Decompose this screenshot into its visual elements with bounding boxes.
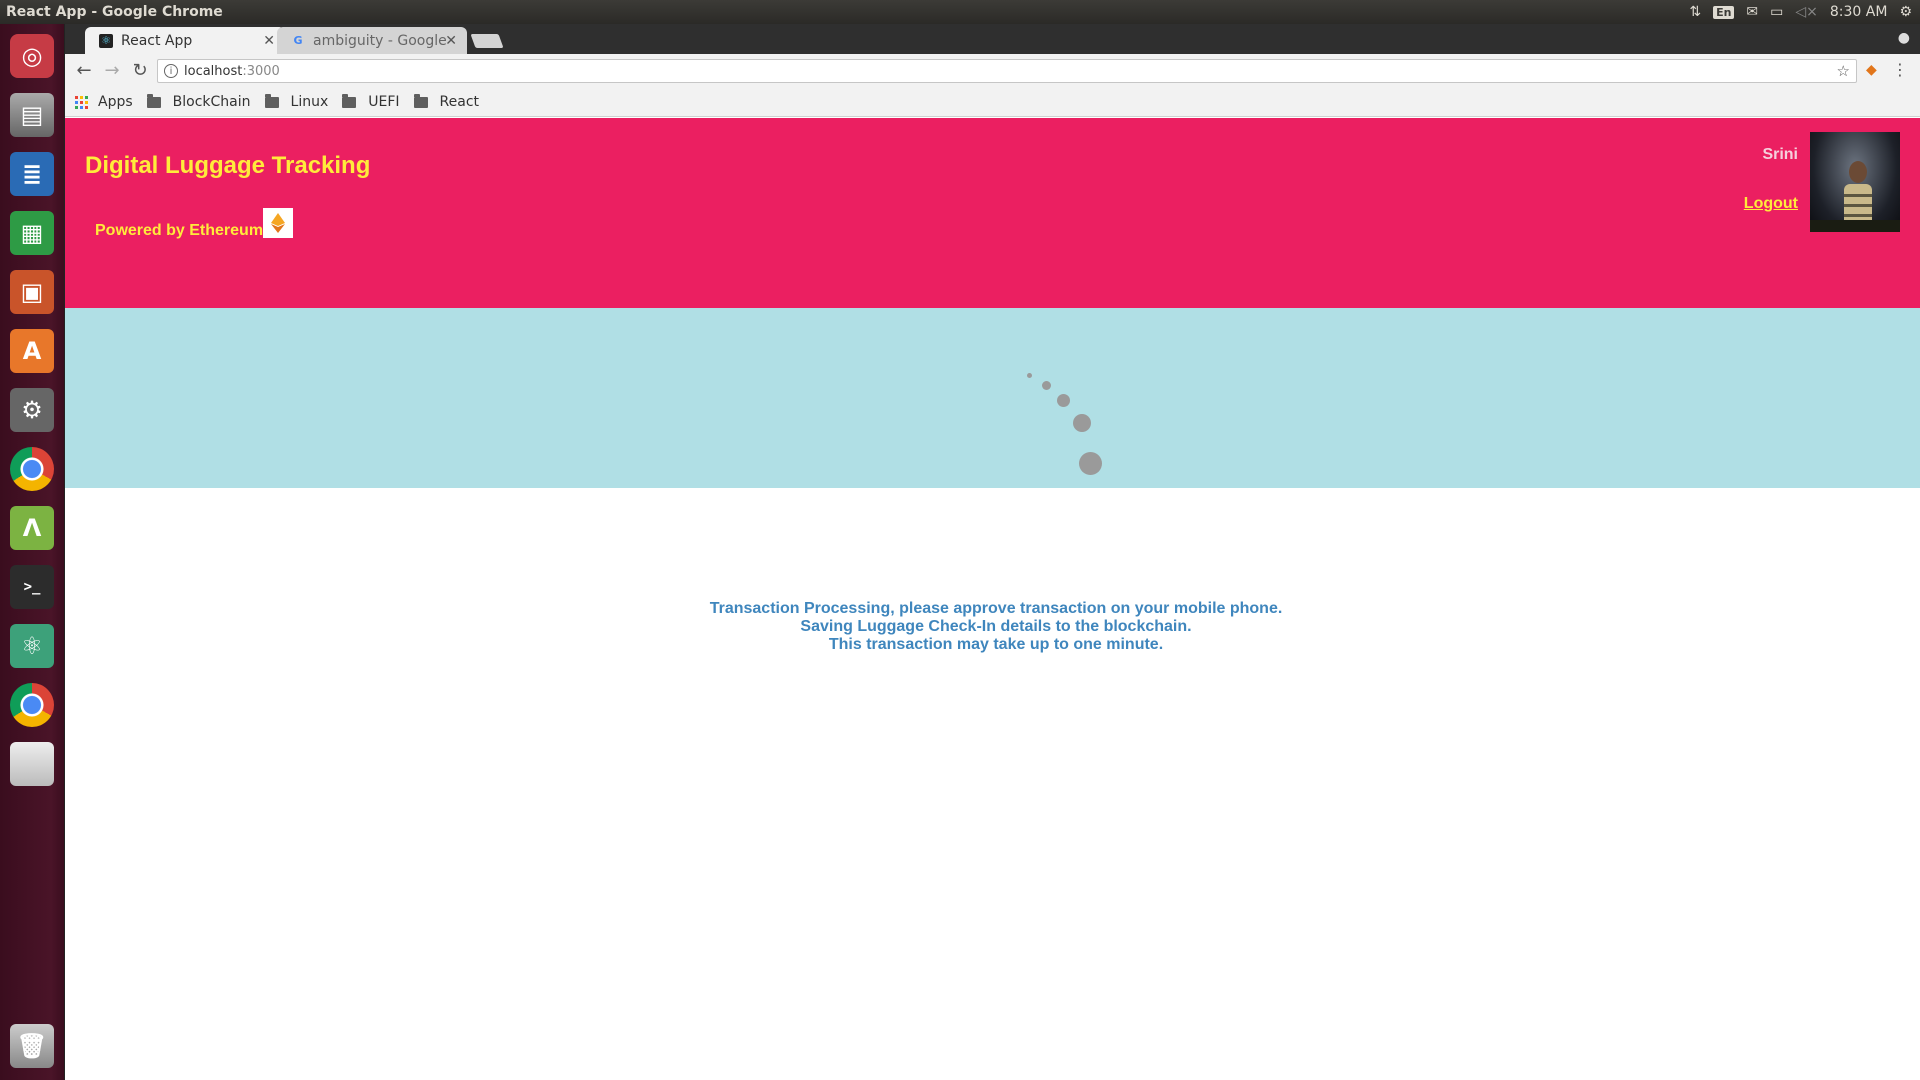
- removable-drive-icon[interactable]: [6, 738, 58, 790]
- forward-icon[interactable]: →: [101, 60, 123, 81]
- close-icon[interactable]: ✕: [445, 33, 457, 49]
- software-center-icon[interactable]: A: [6, 325, 58, 377]
- calc-icon[interactable]: ▦: [6, 207, 58, 259]
- metamask-extension-icon[interactable]: ◆: [1866, 62, 1882, 78]
- network-updown-icon[interactable]: ⇅: [1689, 4, 1701, 20]
- status-line: Transaction Processing, please approve t…: [709, 600, 1283, 617]
- tab-label: React App: [121, 32, 193, 49]
- bookmark-folder-blockchain[interactable]: BlockChain: [146, 93, 251, 110]
- android-studio-icon[interactable]: Λ: [6, 502, 58, 554]
- back-icon[interactable]: ←: [73, 60, 95, 81]
- folder-icon: [342, 93, 357, 108]
- bookmark-label: UEFI: [368, 94, 400, 110]
- url-port: :3000: [242, 63, 280, 79]
- battery-icon[interactable]: ▭: [1770, 4, 1783, 20]
- window-title: React App - Google Chrome: [6, 4, 223, 20]
- tab-ambiguity-google[interactable]: G ambiguity - Google ✕: [277, 27, 467, 54]
- bookmark-label: Linux: [290, 94, 329, 110]
- transaction-status-message: Transaction Processing, please approve t…: [65, 600, 1920, 654]
- system-tray: ⇅ En ✉ ▭ ◁× 8:30 AM ⚙: [1689, 0, 1920, 24]
- bookmark-folder-react[interactable]: React: [413, 93, 480, 110]
- clock[interactable]: 8:30 AM: [1830, 4, 1888, 20]
- files-icon[interactable]: ▤: [6, 89, 58, 141]
- terminal-icon[interactable]: >_: [6, 561, 58, 613]
- chrome-icon[interactable]: [6, 443, 58, 495]
- url-host: localhost: [184, 63, 243, 79]
- app-header: Digital Luggage Tracking Powered by Ethe…: [65, 118, 1920, 308]
- bookmark-label: Apps: [98, 94, 133, 110]
- tab-label: ambiguity - Google: [313, 32, 447, 49]
- new-tab-button[interactable]: [470, 34, 504, 48]
- tab-strip: ⚛ React App ✕ G ambiguity - Google ✕ ●: [65, 24, 1920, 54]
- trash-icon[interactable]: 🗑: [6, 1020, 58, 1072]
- user-name: Srini: [1762, 146, 1798, 163]
- logout-link[interactable]: Logout: [1744, 195, 1798, 213]
- ubuntu-dash-icon[interactable]: ◎: [6, 30, 58, 82]
- browser-toolbar: ← → ↻ i localhost:3000 ☆ ◆ ⋮: [65, 54, 1920, 88]
- top-panel: React App - Google Chrome ⇅ En ✉ ▭ ◁× 8:…: [0, 0, 1920, 24]
- writer-icon[interactable]: ≣: [6, 148, 58, 200]
- ethereum-diamond-icon: [271, 213, 285, 233]
- avatar-photo: [1810, 161, 1900, 232]
- spinner-dot: [1073, 414, 1091, 432]
- apps-grid-icon: [75, 95, 88, 109]
- bookmarks-bar: Apps BlockChain Linux UEFI React: [65, 88, 1920, 117]
- launcher: ◎ ▤ ≣ ▦ ▣ A ⚙ Λ >_ ⚛ 🗑: [0, 24, 65, 1080]
- keyboard-lang-indicator[interactable]: En: [1713, 5, 1735, 19]
- react-favicon-icon: ⚛: [99, 33, 113, 48]
- system-settings-icon[interactable]: ⚙: [6, 384, 58, 436]
- star-icon[interactable]: ☆: [1837, 62, 1850, 80]
- address-bar[interactable]: i localhost:3000 ☆: [157, 59, 1857, 83]
- reload-icon[interactable]: ↻: [129, 60, 151, 81]
- chrome-running-icon[interactable]: [6, 679, 58, 731]
- powered-by-label: Powered by Ethereum: [95, 222, 264, 239]
- bookmark-folder-uefi[interactable]: UEFI: [342, 93, 400, 110]
- gear-icon[interactable]: ⚙: [1899, 4, 1912, 20]
- folder-icon: [413, 93, 428, 108]
- spinner-dot: [1027, 373, 1032, 378]
- volume-muted-icon[interactable]: ◁×: [1795, 4, 1818, 20]
- spinner-dot: [1079, 452, 1102, 475]
- google-favicon-icon: G: [293, 34, 303, 47]
- app-title: Digital Luggage Tracking: [85, 152, 371, 179]
- spinner-dot: [1057, 394, 1070, 407]
- bookmark-label: BlockChain: [172, 94, 251, 110]
- status-line: Saving Luggage Check-In details to the b…: [800, 618, 1192, 635]
- web-page: Digital Luggage Tracking Powered by Ethe…: [65, 118, 1920, 1080]
- folder-icon: [264, 93, 279, 108]
- mail-icon[interactable]: ✉: [1746, 4, 1758, 20]
- tab-react-app[interactable]: ⚛ React App ✕: [85, 27, 285, 54]
- bookmark-folder-linux[interactable]: Linux: [264, 93, 329, 110]
- status-line: This transaction may take up to one minu…: [828, 636, 1164, 653]
- close-icon[interactable]: ✕: [263, 33, 275, 49]
- bookmark-label: React: [439, 94, 480, 110]
- impress-icon[interactable]: ▣: [6, 266, 58, 318]
- spinner-dot: [1042, 381, 1051, 390]
- bookmark-apps[interactable]: Apps: [75, 94, 133, 110]
- profile-icon[interactable]: ●: [1898, 30, 1910, 46]
- folder-icon: [146, 93, 161, 108]
- loading-spinner-band: [65, 308, 1920, 488]
- avatar: [1810, 132, 1900, 232]
- atom-icon[interactable]: ⚛: [6, 620, 58, 672]
- info-icon[interactable]: i: [164, 64, 178, 78]
- ethereum-logo-icon: [263, 208, 293, 238]
- menu-icon[interactable]: ⋮: [1892, 60, 1908, 79]
